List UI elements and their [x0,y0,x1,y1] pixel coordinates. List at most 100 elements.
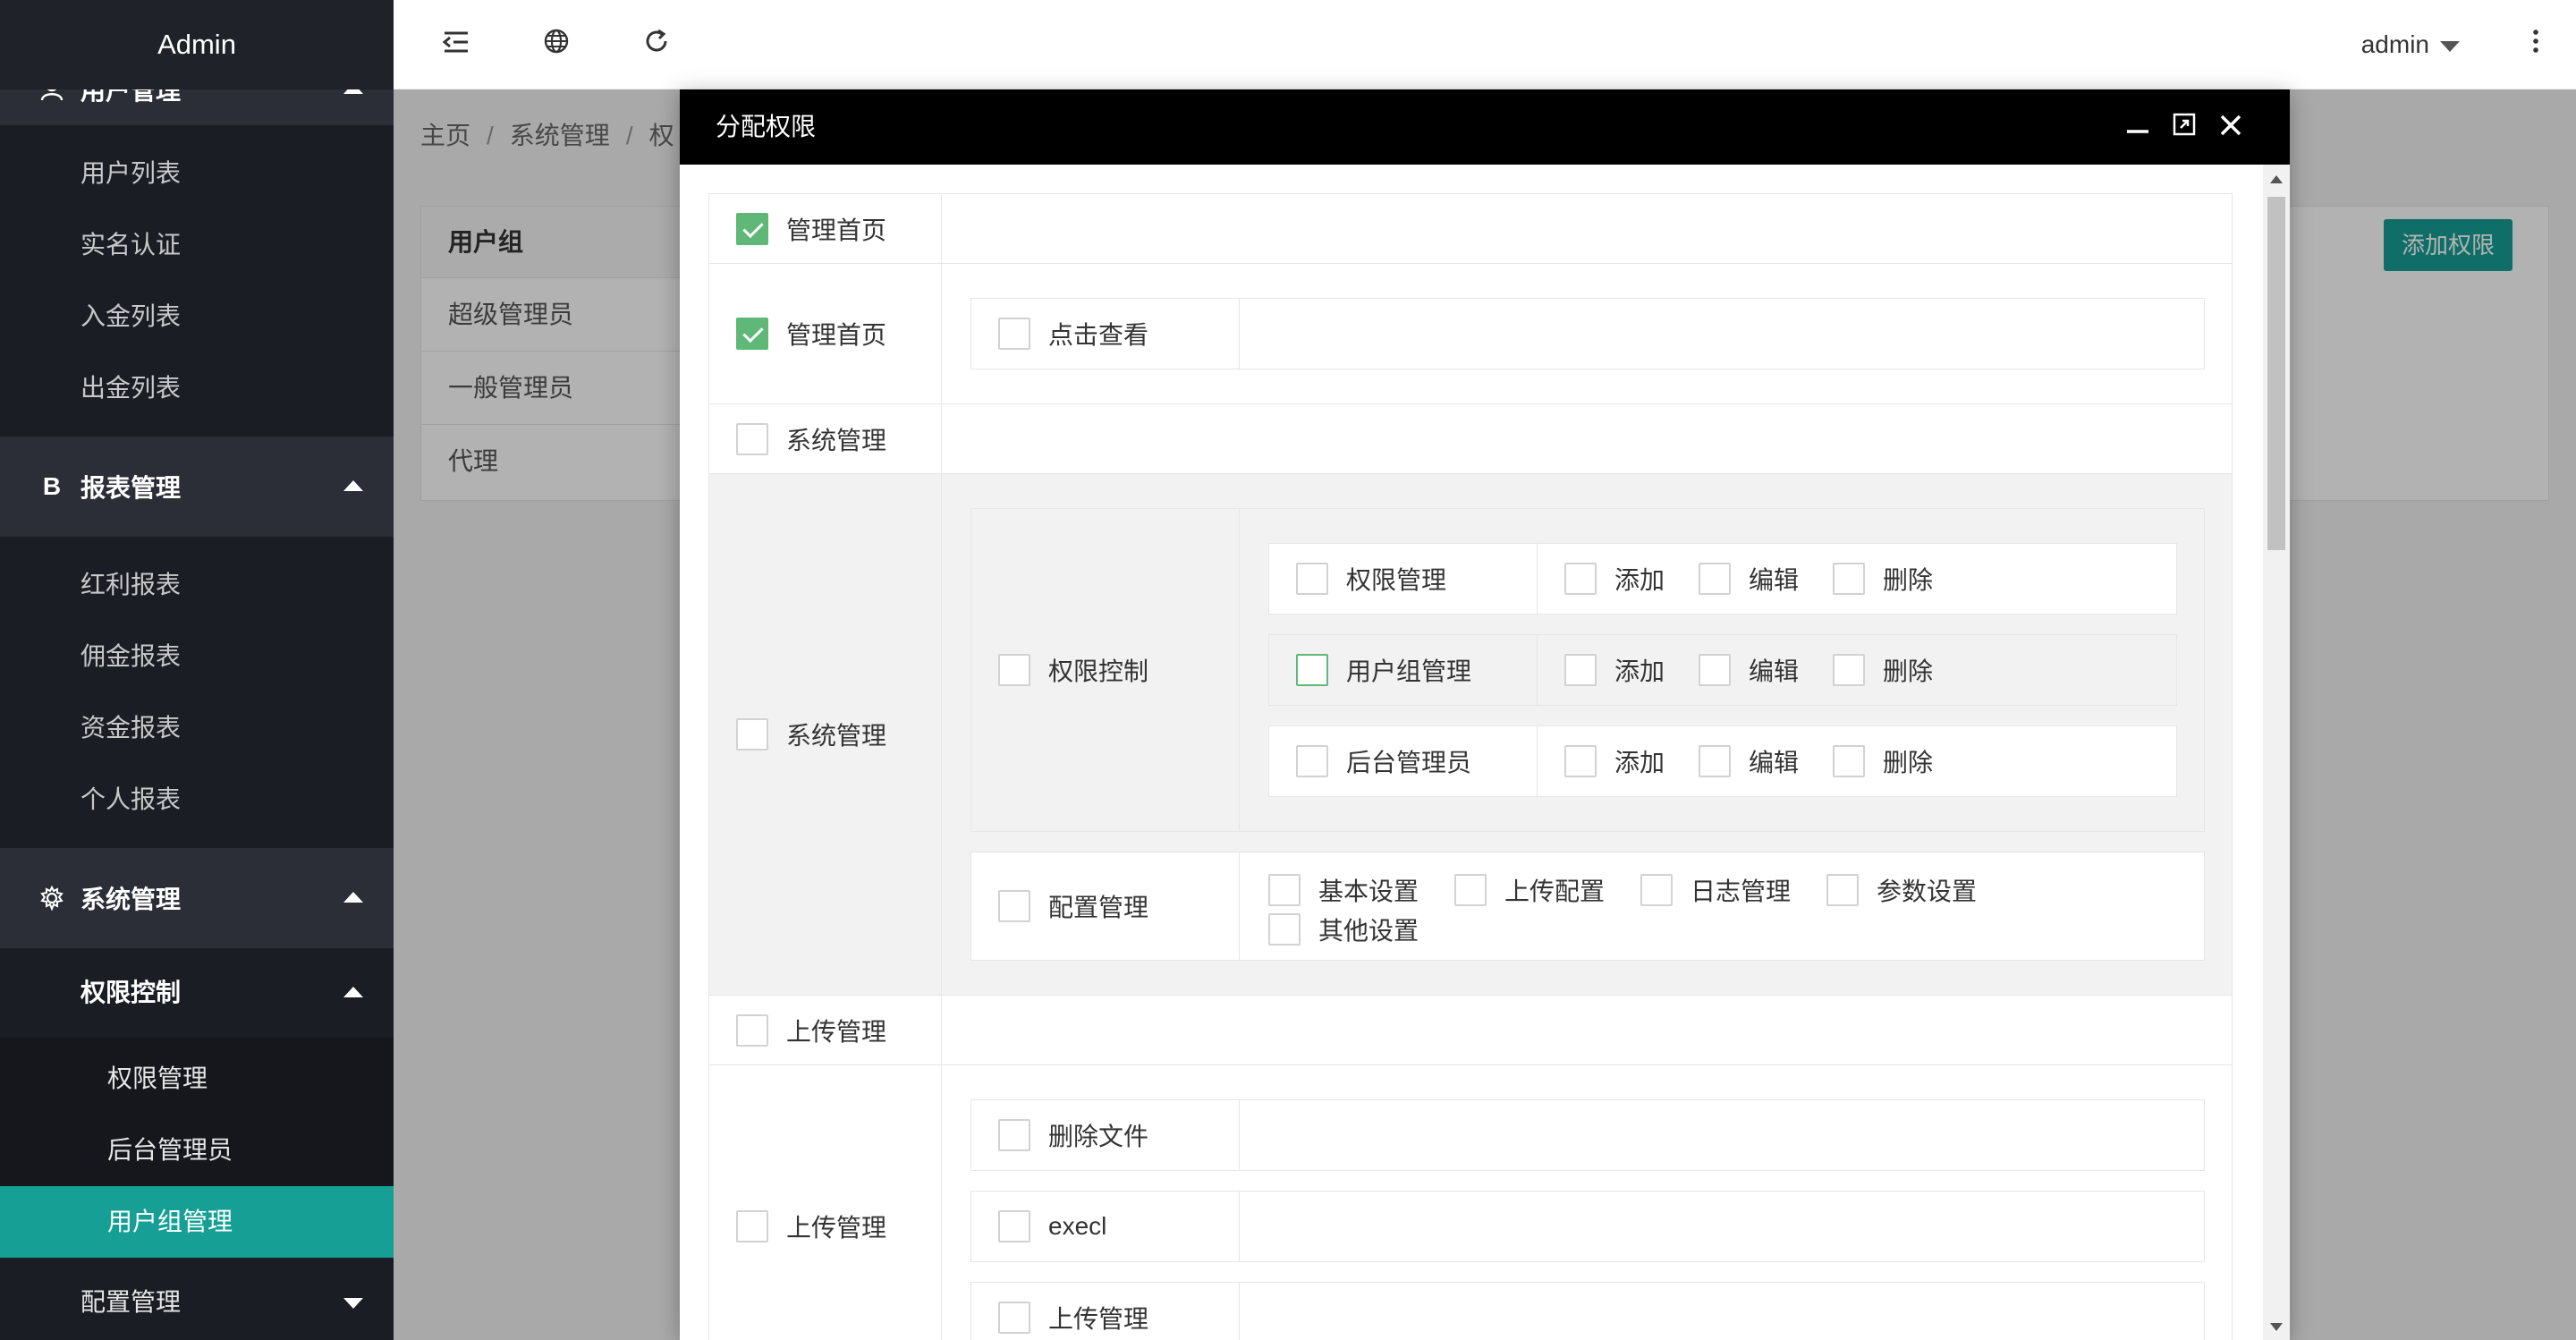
refresh-icon[interactable] [639,27,674,63]
checkbox-admin-edit[interactable]: 编辑 [1699,743,1799,779]
checkbox-admin-delete[interactable]: 删除 [1833,743,1933,779]
sidebar-item-fund-report[interactable]: 资金报表 [0,692,394,764]
checkbox-icon [1833,745,1866,777]
sidebar-reports-submenu: 红利报表 佣金报表 资金报表 个人报表 [0,537,394,848]
sidebar-menu: 用户管理 用户列表 实名认证 入金列表 出金列表 B 报表管理 红利报表 佣金报… [0,54,394,1340]
checkbox-label: 配置管理 [1048,894,1149,921]
checkbox-icon [1699,563,1732,595]
sidebar-item-deposit[interactable]: 入金列表 [0,281,394,352]
sidebar-item-perm-mgmt[interactable]: 权限管理 [0,1043,394,1115]
more-vertical-icon[interactable] [2531,27,2540,63]
checkbox-config-mgmt[interactable]: 配置管理 [998,888,1148,924]
user-menu[interactable]: admin [2361,0,2460,89]
close-icon[interactable] [2211,89,2250,165]
checkbox-execl[interactable]: execl [998,1210,1106,1242]
scroll-down-icon[interactable] [2270,1323,2283,1331]
checkbox-icon [1268,874,1301,906]
sidebar-item-usergroup-mgmt[interactable]: 用户组管理 [0,1186,394,1258]
checkbox-label: execl [1048,1212,1107,1240]
modal-scrollbar[interactable] [2263,165,2290,1340]
checkbox-icon [736,718,768,751]
sidebar-item-user-list[interactable]: 用户列表 [0,138,394,209]
perm-row-home-top: 管理首页 [709,194,2232,264]
permission-table: 管理首页 管理首页 点击查看 系统管理 系统管理 权限控制 权限管理 添加 编辑… [708,193,2233,1340]
checkbox-perm-mgmt[interactable]: 权限管理 [1296,561,1446,597]
checkbox-usergroup-delete[interactable]: 删除 [1833,652,1933,688]
sidebar-item-realname[interactable]: 实名认证 [0,209,394,281]
perm-item-actions: 添加 编辑 删除 [1538,544,2176,614]
sidebar-item-withdraw[interactable]: 出金列表 [0,352,394,424]
sidebar-sub-config[interactable]: 配置管理 [0,1258,394,1340]
perm-item-cell: 用户组管理 [1269,635,1538,705]
checkbox-label: 系统管理 [786,426,887,454]
checkbox-admin-add[interactable]: 添加 [1564,743,1665,779]
checkbox-icon [1564,563,1597,595]
checkbox-upload-cfg[interactable]: 上传配置 [1454,872,1605,908]
sidebar-group-system[interactable]: 系统管理 [0,848,394,948]
checkbox-upload-top[interactable]: 上传管理 [736,1013,886,1048]
checkbox-label: 用户组管理 [1346,657,1472,685]
checkbox-label: 编辑 [1749,657,1800,685]
checkbox-delete-file[interactable]: 删除文件 [998,1117,1148,1153]
perm-subcell: 删除文件 [971,1100,1240,1170]
checkbox-icon [998,1119,1030,1151]
checkbox-label: 其他设置 [1318,917,1419,945]
sidebar-item-commission-report[interactable]: 佣金报表 [0,621,394,692]
checkbox-home-view[interactable]: 点击查看 [998,316,1148,352]
perm-item-admin-mgmt: 后台管理员 添加 编辑 删除 [1268,725,2177,797]
checkbox-home[interactable]: 管理首页 [736,316,886,352]
checkbox-icon [1833,563,1866,595]
checkbox-perm-mgmt-edit[interactable]: 编辑 [1699,561,1799,597]
sidebar-item-personal-report[interactable]: 个人报表 [0,764,394,835]
globe-icon[interactable] [538,27,574,63]
sidebar-sub-access-control-label: 权限控制 [80,979,182,1006]
modal-body: 管理首页 管理首页 点击查看 系统管理 系统管理 权限控制 权限管理 添加 编辑… [680,165,2263,1340]
checkbox-label: 编辑 [1749,749,1800,776]
checkbox-perm-mgmt-delete[interactable]: 删除 [1833,561,1933,597]
minimize-icon[interactable] [2118,89,2157,165]
perm-item-actions: 添加 编辑 删除 [1538,635,2176,705]
scroll-up-icon[interactable] [2270,175,2283,183]
menu-collapse-icon[interactable] [438,27,474,63]
checkbox-usergroup-edit[interactable]: 编辑 [1699,652,1799,688]
sidebar-sub-access-control[interactable]: 权限控制 [0,948,394,1038]
perm-item-cell: 后台管理员 [1269,726,1538,796]
sidebar-group-reports[interactable]: B 报表管理 [0,437,394,537]
perm-item-actions: 添加 编辑 删除 [1538,726,2176,796]
checkbox-icon [1268,913,1301,946]
checkbox-checked-icon [736,318,768,350]
checkbox-log-mgmt[interactable]: 日志管理 [1640,872,1791,908]
checkbox-home-top[interactable]: 管理首页 [736,211,886,247]
checkbox-icon [998,890,1030,922]
checkbox-param[interactable]: 参数设置 [1826,872,1977,908]
maximize-icon[interactable] [2165,89,2204,165]
sidebar-users-submenu: 用户列表 实名认证 入金列表 出金列表 [0,125,394,437]
checkbox-upload-sub[interactable]: 上传管理 [998,1300,1148,1336]
sidebar-item-bonus-report[interactable]: 红利报表 [0,549,394,621]
checkbox-icon [998,1210,1030,1242]
checkbox-admin-mgmt[interactable]: 后台管理员 [1296,743,1471,779]
checkbox-system-top[interactable]: 系统管理 [736,421,886,457]
app-logo: Admin [0,0,394,89]
checkbox-other[interactable]: 其他设置 [1268,912,1419,947]
checkbox-upload[interactable]: 上传管理 [736,1209,886,1244]
checkbox-usergroup-mgmt[interactable]: 用户组管理 [1296,652,1471,688]
checkbox-icon [1640,874,1674,906]
perm-subcell-empty [1240,299,2204,369]
checkbox-system[interactable]: 系统管理 [736,717,886,752]
checkbox-access-control[interactable]: 权限控制 [998,652,1148,688]
perm-cell: 管理首页 [709,194,942,263]
checkbox-label: 上传配置 [1504,878,1606,905]
checkbox-label: 上传管理 [786,1017,887,1046]
checkbox-icon [1699,745,1732,777]
checkbox-usergroup-add[interactable]: 添加 [1564,652,1665,688]
sidebar-item-admin-mgmt[interactable]: 后台管理员 [0,1115,394,1186]
chevron-down-icon [343,1298,363,1309]
checkbox-icon [1454,874,1487,906]
scrollbar-thumb[interactable] [2267,197,2285,550]
checkbox-basic[interactable]: 基本设置 [1268,872,1419,908]
checkbox-icon [1296,654,1328,686]
perm-cell-empty [942,194,2232,263]
checkbox-perm-mgmt-add[interactable]: 添加 [1564,561,1665,597]
sidebar-sub-config-label: 配置管理 [80,1288,182,1316]
